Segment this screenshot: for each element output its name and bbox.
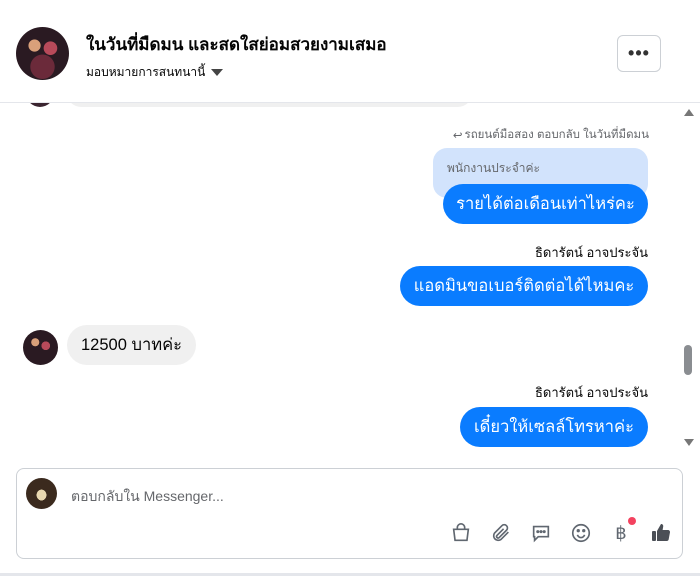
message-thread: ↩ รถยนต์มือสอง ตอบกลับ ในวันที่มืดมน พนั… (0, 103, 682, 458)
shopping-bag-icon[interactable] (449, 521, 473, 545)
paperclip-icon[interactable] (489, 521, 513, 545)
scrollbar-thumb[interactable] (684, 345, 692, 375)
message-bubble-outgoing[interactable]: เดี๋ยวให้เซลล์โทรหาค่ะ (460, 407, 648, 447)
conversation-header: ในวันที่มืดมน และสดใสย่อมสวยงามเสมอ มอบห… (0, 0, 700, 103)
contact-avatar-small[interactable] (23, 330, 58, 365)
message-bubble-outgoing[interactable]: รายได้ต่อเดือนเท่าไหร่คะ (443, 184, 648, 224)
thumbs-up-icon[interactable] (649, 521, 673, 545)
assign-label: มอบหมายการสนทนานี้ (86, 65, 206, 79)
baht-symbol: ฿ (615, 522, 627, 543)
message-bubble-partial (67, 103, 472, 107)
more-options-button[interactable]: ••• (617, 35, 661, 72)
reply-context: ↩ รถยนต์มือสอง ตอบกลับ ในวันที่มืดมน (453, 126, 649, 144)
sender-name: ธิดารัตน์ อาจประจัน (534, 385, 648, 400)
reply-composer: ฿ (16, 468, 683, 559)
quoted-text: พนักงานประจำค่ะ (447, 161, 540, 175)
composer-toolbar: ฿ (449, 517, 673, 545)
avatar (26, 103, 54, 107)
contact-name[interactable]: ในวันที่มืดมน และสดใสย่อมสวยงามเสมอ (86, 31, 387, 58)
thread-scrollbar[interactable] (682, 103, 694, 458)
emoji-icon[interactable] (569, 521, 593, 545)
sender-name: ธิดารัตน์ อาจประจัน (534, 245, 648, 260)
reply-input[interactable] (71, 488, 491, 504)
contact-avatar[interactable] (16, 27, 69, 80)
reply-context-text: รถยนต์มือสอง ตอบกลับ ในวันที่มืดมน (464, 129, 649, 141)
page-avatar (26, 478, 57, 509)
scroll-up-arrow-icon[interactable] (684, 109, 694, 116)
assign-conversation-dropdown[interactable]: มอบหมายการสนทนานี้ (86, 63, 224, 82)
caret-down-icon (211, 69, 224, 76)
message-bubble-outgoing[interactable]: แอดมินขอเบอร์ติดต่อได้ไหมคะ (400, 266, 648, 306)
chat-bubble-icon[interactable] (529, 521, 553, 545)
baht-icon[interactable]: ฿ (609, 517, 636, 545)
reply-arrow-icon: ↩ (452, 130, 463, 142)
scroll-down-arrow-icon[interactable] (684, 439, 694, 446)
message-bubble-incoming[interactable]: 12500 บาทค่ะ (67, 325, 196, 365)
notification-dot (628, 517, 636, 525)
